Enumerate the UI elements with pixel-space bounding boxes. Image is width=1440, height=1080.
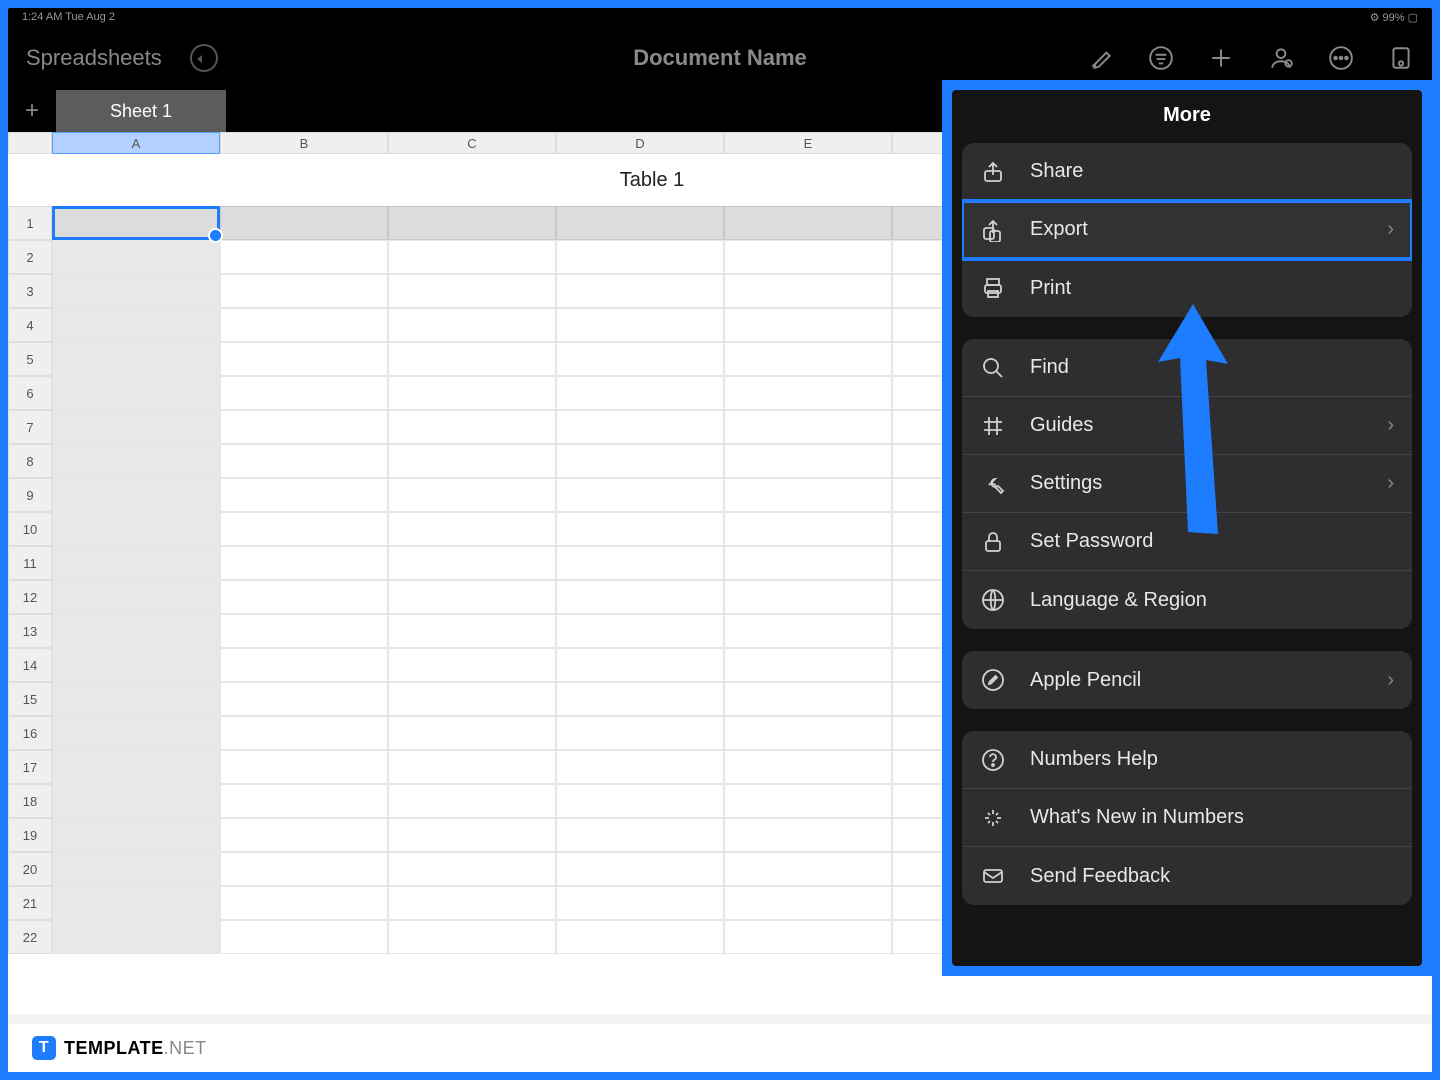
footer-brand: TEMPLATE bbox=[64, 1038, 164, 1059]
row-header[interactable]: 12 bbox=[8, 580, 52, 614]
menu-label: Send Feedback bbox=[1030, 865, 1170, 888]
menu-label: Find bbox=[1030, 356, 1069, 379]
status-bar: 1:24 AM Tue Aug 2 ⚙ 99% ▢ bbox=[8, 8, 1432, 26]
undo-icon[interactable] bbox=[190, 44, 218, 72]
status-left: 1:24 AM Tue Aug 2 bbox=[22, 11, 115, 23]
footer-suffix: .NET bbox=[164, 1038, 207, 1059]
add-sheet-button[interactable]: + bbox=[8, 90, 56, 132]
watermark-footer: T TEMPLATE.NET bbox=[8, 1024, 1432, 1072]
row-header[interactable]: 20 bbox=[8, 852, 52, 886]
lock-icon bbox=[980, 529, 1006, 555]
row-header[interactable]: 3 bbox=[8, 274, 52, 308]
brush-icon[interactable] bbox=[1088, 45, 1114, 71]
guides-icon bbox=[980, 413, 1006, 439]
chevron-right-icon: › bbox=[1387, 472, 1394, 495]
selected-cell[interactable] bbox=[52, 206, 220, 240]
chevron-right-icon: › bbox=[1387, 414, 1394, 437]
chevron-right-icon: › bbox=[1387, 669, 1394, 692]
document-icon[interactable] bbox=[1388, 45, 1414, 71]
row-headers: 12345678910111213141516171819202122 bbox=[8, 154, 52, 954]
menu-language-region[interactable]: Language & Region bbox=[962, 571, 1412, 629]
footer-logo: T bbox=[32, 1036, 56, 1060]
menu-label: Guides bbox=[1030, 414, 1093, 437]
row-header[interactable]: 11 bbox=[8, 546, 52, 580]
row-header[interactable]: 1 bbox=[8, 206, 52, 240]
row-header[interactable]: 21 bbox=[8, 886, 52, 920]
more-icon[interactable] bbox=[1328, 45, 1354, 71]
row-header[interactable]: 8 bbox=[8, 444, 52, 478]
row-header[interactable]: 10 bbox=[8, 512, 52, 546]
select-all-corner[interactable] bbox=[8, 132, 52, 154]
col-header-d[interactable]: D bbox=[556, 132, 724, 154]
menu-help[interactable]: Numbers Help bbox=[962, 731, 1412, 789]
more-panel-highlight: More Share Export › Print Find bbox=[942, 80, 1432, 976]
row-header[interactable]: 9 bbox=[8, 478, 52, 512]
col-header-b[interactable]: B bbox=[220, 132, 388, 154]
menu-whats-new[interactable]: What's New in Numbers bbox=[962, 789, 1412, 847]
status-right: ⚙ 99% ▢ bbox=[1370, 11, 1418, 24]
row-header[interactable]: 17 bbox=[8, 750, 52, 784]
share-icon bbox=[980, 159, 1006, 185]
row-header[interactable]: 4 bbox=[8, 308, 52, 342]
more-panel: More Share Export › Print Find bbox=[952, 90, 1422, 966]
document-title[interactable]: Document Name bbox=[633, 45, 807, 71]
menu-feedback[interactable]: Send Feedback bbox=[962, 847, 1412, 905]
menu-export[interactable]: Export › bbox=[962, 201, 1412, 259]
menu-share[interactable]: Share bbox=[962, 143, 1412, 201]
menu-apple-pencil[interactable]: Apple Pencil › bbox=[962, 651, 1412, 709]
menu-label: Apple Pencil bbox=[1030, 669, 1141, 692]
menu-label: Settings bbox=[1030, 472, 1102, 495]
menu-label: Numbers Help bbox=[1030, 748, 1158, 771]
row-header[interactable]: 7 bbox=[8, 410, 52, 444]
menu-label: What's New in Numbers bbox=[1030, 806, 1244, 829]
collaborate-icon[interactable] bbox=[1268, 45, 1294, 71]
toolbar-icons bbox=[1088, 45, 1414, 71]
menu-label: Language & Region bbox=[1030, 589, 1207, 612]
menu-label: Set Password bbox=[1030, 530, 1153, 553]
plus-icon[interactable] bbox=[1208, 45, 1234, 71]
row-header[interactable]: 16 bbox=[8, 716, 52, 750]
row-header[interactable]: 6 bbox=[8, 376, 52, 410]
pencil-circle-icon bbox=[980, 667, 1006, 693]
sparkle-icon bbox=[980, 805, 1006, 831]
col-header-c[interactable]: C bbox=[388, 132, 556, 154]
wrench-icon bbox=[980, 471, 1006, 497]
menu-print[interactable]: Print bbox=[962, 259, 1412, 317]
question-icon bbox=[980, 747, 1006, 773]
col-header-e[interactable]: E bbox=[724, 132, 892, 154]
row-header[interactable]: 19 bbox=[8, 818, 52, 852]
panel-group-settings: Find Guides › Settings › Set Password La… bbox=[962, 339, 1412, 629]
col-header-a[interactable]: A bbox=[52, 132, 220, 154]
panel-group-pencil: Apple Pencil › bbox=[962, 651, 1412, 709]
export-icon bbox=[980, 217, 1006, 243]
panel-group-share: Share Export › Print bbox=[962, 143, 1412, 317]
menu-settings[interactable]: Settings › bbox=[962, 455, 1412, 513]
row-header[interactable]: 2 bbox=[8, 240, 52, 274]
menu-guides[interactable]: Guides › bbox=[962, 397, 1412, 455]
row-header[interactable]: 5 bbox=[8, 342, 52, 376]
menu-label: Share bbox=[1030, 160, 1083, 183]
row-header[interactable]: 14 bbox=[8, 648, 52, 682]
print-icon bbox=[980, 275, 1006, 301]
globe-icon bbox=[980, 587, 1006, 613]
menu-find[interactable]: Find bbox=[962, 339, 1412, 397]
row-header[interactable]: 15 bbox=[8, 682, 52, 716]
menu-set-password[interactable]: Set Password bbox=[962, 513, 1412, 571]
row-header[interactable]: 22 bbox=[8, 920, 52, 954]
sheet-tab-1[interactable]: Sheet 1 bbox=[56, 90, 226, 132]
menu-label: Export bbox=[1030, 218, 1088, 241]
mail-icon bbox=[980, 863, 1006, 889]
search-icon bbox=[980, 355, 1006, 381]
filter-icon[interactable] bbox=[1148, 45, 1174, 71]
row-header[interactable]: 18 bbox=[8, 784, 52, 818]
row-header[interactable]: 13 bbox=[8, 614, 52, 648]
panel-group-help: Numbers Help What's New in Numbers Send … bbox=[962, 731, 1412, 905]
menu-label: Print bbox=[1030, 277, 1071, 300]
chevron-right-icon: › bbox=[1387, 218, 1394, 241]
back-button[interactable]: Spreadsheets bbox=[26, 45, 162, 71]
panel-title: More bbox=[962, 104, 1412, 127]
